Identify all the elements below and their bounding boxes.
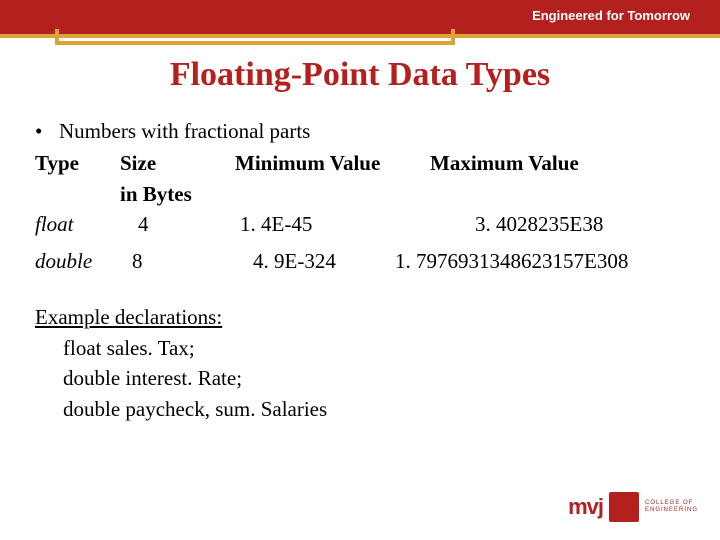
footer-logo: mvj COLLEGE OF ENGINEERING bbox=[568, 492, 698, 522]
example-heading: Example declarations: bbox=[35, 302, 685, 332]
table-row: double 8 4. 9E-324 1. 7976931348623157E3… bbox=[35, 246, 685, 276]
col-size-header: Size bbox=[120, 148, 235, 178]
type-min: 1. 4E-45 bbox=[235, 209, 430, 239]
intro-text: Numbers with fractional parts bbox=[59, 116, 310, 146]
col-max-header: Maximum Value bbox=[430, 148, 685, 178]
table-header-row: Type Size Minimum Value Maximum Value bbox=[35, 148, 685, 178]
tagline-text: Engineered for Tomorrow bbox=[532, 8, 690, 23]
slide-content: Floating-Point Data Types • Numbers with… bbox=[0, 38, 720, 424]
type-size: 8 bbox=[120, 246, 235, 276]
type-size: 4 bbox=[120, 209, 235, 239]
bullet-dot: • bbox=[35, 116, 59, 146]
logo-sub-line: COLLEGE OF bbox=[645, 500, 698, 507]
declaration-line: double paycheck, sum. Salaries bbox=[35, 394, 685, 424]
logo-icon bbox=[609, 492, 639, 522]
type-name: float bbox=[35, 209, 120, 239]
slide-title: Floating-Point Data Types bbox=[35, 56, 685, 94]
body-text: • Numbers with fractional parts Type Siz… bbox=[35, 116, 685, 424]
type-max: 1. 7976931348623157E308 bbox=[395, 246, 685, 276]
type-name: double bbox=[35, 246, 120, 276]
col-size-header-2: in Bytes bbox=[120, 179, 235, 209]
logo-text: mvj bbox=[568, 494, 603, 520]
logo-sub-line: ENGINEERING bbox=[645, 507, 698, 514]
table-row: float 4 1. 4E-45 3. 4028235E38 bbox=[35, 209, 685, 239]
table-header-row-2: in Bytes bbox=[35, 179, 685, 209]
col-min-header: Minimum Value bbox=[235, 148, 430, 178]
declaration-line: float sales. Tax; bbox=[35, 333, 685, 363]
logo-subtext: COLLEGE OF ENGINEERING bbox=[645, 500, 698, 513]
title-accent-border bbox=[55, 29, 455, 45]
declaration-line: double interest. Rate; bbox=[35, 363, 685, 393]
col-type-header: Type bbox=[35, 148, 120, 178]
intro-bullet: • Numbers with fractional parts bbox=[35, 116, 685, 146]
type-max: 3. 4028235E38 bbox=[430, 209, 685, 239]
